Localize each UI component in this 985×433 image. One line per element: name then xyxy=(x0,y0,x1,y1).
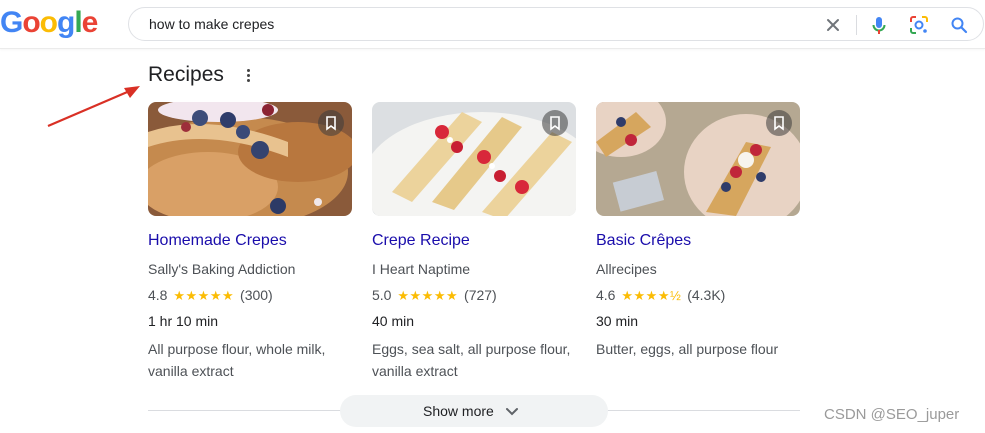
recipe-rating: 4.8 ★★★★★ (300) xyxy=(148,287,273,304)
review-count: (300) xyxy=(240,287,273,303)
lens-icon[interactable] xyxy=(908,14,930,36)
recipe-image[interactable] xyxy=(596,102,800,216)
review-count: (727) xyxy=(464,287,497,303)
logo-letter: e xyxy=(81,6,99,39)
star-rating-icon: ★★★★★ xyxy=(173,288,235,303)
search-bar[interactable]: how to make crepes xyxy=(128,7,984,41)
recipe-ingredients: Butter, eggs, all purpose flour xyxy=(596,341,779,357)
recipe-title-link[interactable]: Basic Crêpes xyxy=(596,232,691,250)
save-bookmark-icon[interactable] xyxy=(318,110,344,136)
show-more-button[interactable]: Show more xyxy=(340,395,608,427)
rating-value: 4.6 xyxy=(596,287,616,303)
recipe-rating: 4.6 ★★★★½ (4.3K) xyxy=(596,287,725,304)
close-icon[interactable] xyxy=(822,14,844,36)
rating-value: 4.8 xyxy=(148,287,168,303)
search-icon[interactable] xyxy=(948,14,970,36)
rating-value: 5.0 xyxy=(372,287,392,303)
star-rating-icon: ★★★★½ xyxy=(621,288,682,303)
recipe-rating: 5.0 ★★★★★ (727) xyxy=(372,287,497,304)
microphone-icon[interactable] xyxy=(868,14,890,36)
annotation-arrow-icon xyxy=(47,86,140,128)
recipe-image[interactable] xyxy=(372,102,576,216)
star-rating-icon: ★★★★★ xyxy=(397,288,459,303)
logo-letter: g xyxy=(57,6,75,39)
recipe-time: 40 min xyxy=(372,313,415,329)
section-title: Recipes xyxy=(148,63,224,86)
recipe-title-link[interactable]: Crepe Recipe xyxy=(372,232,470,250)
chevron-down-icon xyxy=(506,408,518,416)
review-count: (4.3K) xyxy=(687,287,726,303)
watermark: CSDN @SEO_juper xyxy=(824,406,960,423)
more-options-icon[interactable] xyxy=(243,68,253,84)
save-bookmark-icon[interactable] xyxy=(542,110,568,136)
show-more-label: Show more xyxy=(423,403,494,419)
recipe-source: Sally's Baking Addiction xyxy=(148,261,296,277)
recipe-title-link[interactable]: Homemade Crepes xyxy=(148,232,287,250)
recipe-card[interactable]: Crepe Recipe I Heart Naptime 5.0 ★★★★★ (… xyxy=(372,102,576,379)
logo-letter: o xyxy=(39,6,58,39)
save-bookmark-icon[interactable] xyxy=(766,110,792,136)
search-divider xyxy=(856,15,857,35)
search-input[interactable]: how to make crepes xyxy=(149,16,274,32)
recipe-source: Allrecipes xyxy=(596,261,657,277)
logo-letter: G xyxy=(0,6,23,39)
logo-letter: l xyxy=(74,6,82,39)
recipe-time: 30 min xyxy=(596,313,639,329)
recipe-card[interactable]: Basic Crêpes Allrecipes 4.6 ★★★★½ (4.3K)… xyxy=(596,102,800,357)
recipe-time: 1 hr 10 min xyxy=(148,313,219,329)
recipe-source: I Heart Naptime xyxy=(372,261,471,277)
recipe-image[interactable] xyxy=(148,102,352,216)
recipe-card[interactable]: Homemade Crepes Sally's Baking Addiction… xyxy=(148,102,352,379)
google-logo[interactable]: Google xyxy=(0,6,99,40)
recipe-ingredients: All purpose flour, whole milk, vanilla e… xyxy=(148,341,326,379)
recipe-ingredients: Eggs, sea salt, all purpose flour, vanil… xyxy=(372,341,571,379)
logo-letter: o xyxy=(22,6,40,39)
top-bar: Google how to make crepes xyxy=(0,0,985,49)
